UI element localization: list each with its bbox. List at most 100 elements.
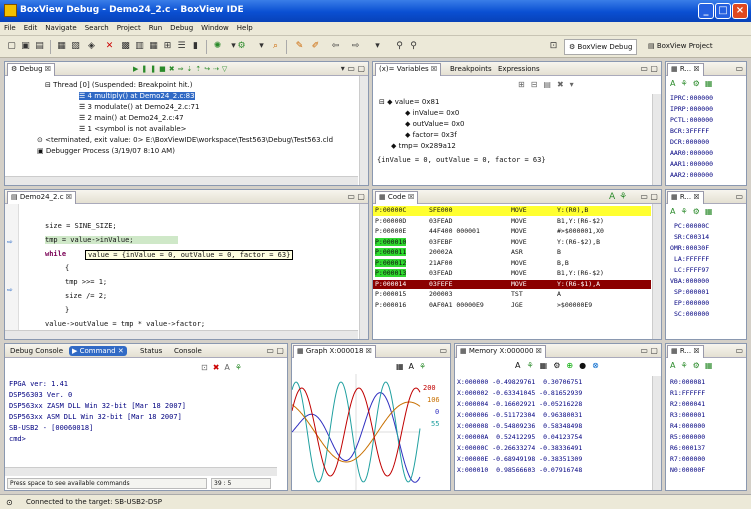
tab-status[interactable]: Status <box>137 346 165 356</box>
list-icon[interactable]: ☰ <box>176 41 187 52</box>
build-all-icon[interactable]: ▧ <box>70 41 81 52</box>
register-tool-icons[interactable]: A⚘⚙▦ <box>670 361 717 370</box>
code-row[interactable]: P:000016 0AF0A1 00000E9 JGE >$00000E9 <box>373 301 651 311</box>
build-icon[interactable]: ▦ <box>56 41 67 52</box>
code-row[interactable]: P:000014 03FEFE MOVE Y:(R6-$1),A <box>373 279 651 289</box>
register-row[interactable]: BCR:3FFFFF <box>670 127 709 135</box>
register-row[interactable]: PC:00000C <box>674 222 709 230</box>
menu-run[interactable]: Run <box>145 22 166 34</box>
horizontal-scrollbar[interactable] <box>5 330 358 339</box>
tab-code[interactable]: ▦ Code ☒ <box>375 191 419 204</box>
register-row[interactable]: SC:000000 <box>674 310 709 318</box>
menu-navigate[interactable]: Navigate <box>41 22 80 34</box>
memory-row[interactable]: X:00000E -0.68949198 -0.38351309 <box>457 455 582 463</box>
tab-variables[interactable]: (x)= Variables ☒ <box>375 63 442 76</box>
tab-graph[interactable]: ▦ Graph X:000018 ☒ <box>293 345 376 358</box>
marker-icon[interactable]: ✐ <box>310 41 321 52</box>
register-row[interactable]: PCTL:000000 <box>670 116 713 124</box>
debug-run-icon[interactable]: ⚙ <box>236 41 247 52</box>
view-minmax-icon[interactable]: ▭ ▢ <box>640 346 658 355</box>
open-perspective-icon[interactable]: ⊡ <box>548 41 559 52</box>
tab-console[interactable]: Console <box>171 346 205 356</box>
chart-icon[interactable]: ▮ <box>190 41 201 52</box>
code-row[interactable]: P:000013 03FEAD MOVE B1,Y:(R6-$2) <box>373 269 651 279</box>
tab-breakpoints[interactable]: Breakpoints <box>447 64 495 74</box>
register-row[interactable]: IPRC:000000 <box>670 94 713 102</box>
variable-detail-pane[interactable]: {inValue = 0, outValue = 0, factor = 63} <box>377 156 546 164</box>
stack-frame-4[interactable]: ☰ 4 multiply() at Demo24_2.c:83 <box>79 92 195 100</box>
save-icon[interactable]: ▣ <box>20 41 31 52</box>
back-icon[interactable]: ⇦ <box>330 41 341 52</box>
register-row[interactable]: R7:000000 <box>670 455 705 463</box>
stack-frame-3[interactable]: ☰ 3 modulate() at Demo24_2.c:71 <box>79 103 199 111</box>
terminated-row[interactable]: ⊙ <terminated, exit value: 0> E:\BoxView… <box>37 136 333 144</box>
code-row[interactable]: P:000015 200003 TST A <box>373 290 651 300</box>
register-tool-icons[interactable]: A⚘⚙▦ <box>670 207 717 216</box>
memory-row[interactable]: X:000010 0.98566603 -0.07916748 <box>457 466 582 474</box>
vertical-scrollbar[interactable] <box>652 204 661 339</box>
thread-row[interactable]: ⊟ Thread [0] (Suspended: Breakpoint hit.… <box>45 81 193 89</box>
perspective-project[interactable]: ▤ BoxView Project <box>644 39 717 55</box>
menu-debug[interactable]: Debug <box>166 22 197 34</box>
register-row[interactable]: LC:FFFF97 <box>674 266 709 274</box>
variable-factor[interactable]: ◆ factor= 0x3f <box>405 131 457 139</box>
tab-debug-console[interactable]: Debug Console <box>7 346 66 356</box>
menu-project[interactable]: Project <box>113 22 145 34</box>
disassembly-list[interactable]: P:00000C SFE000 MOVE Y:(R0),B P:00000D 03FEAD… <box>373 204 661 339</box>
debug-icon[interactable]: ◈ <box>86 41 97 52</box>
tab-memory[interactable]: ▦ Memory X:000000 ☒ <box>456 345 546 358</box>
view-minmax-icon[interactable]: ▭ ▢ <box>347 192 365 201</box>
register-row[interactable]: LA:FFFFFF <box>674 255 709 263</box>
code-editor[interactable]: size = SINE_SIZE; tmp = value->inValue; … <box>19 204 358 329</box>
register-row[interactable]: R6:000137 <box>670 444 705 452</box>
breakpoint-icon[interactable]: ⇨ <box>7 238 13 246</box>
memory-row[interactable]: X:000002 -0.63341045 -0.81652939 <box>457 389 582 397</box>
nav-icon[interactable]: ▾ <box>372 41 383 52</box>
debug-toolbar-icons[interactable]: ▶❚❚■✖⇒⇣⇡↪⇢▽ <box>133 65 230 73</box>
variable-outvalue[interactable]: ◆ outValue= 0x0 <box>405 120 464 128</box>
view-minmax-icon[interactable]: ▭ <box>439 346 447 355</box>
regs-icon[interactable]: ▥ <box>134 41 145 52</box>
edit-icon[interactable]: ✎ <box>294 41 305 52</box>
memory-row[interactable]: X:000000 -0.49829761 0.30706751 <box>457 378 582 386</box>
register-row[interactable]: IPRP:000000 <box>670 105 713 113</box>
tab-expressions[interactable]: Expressions <box>495 64 543 74</box>
menu-window[interactable]: Window <box>197 22 233 34</box>
tab-editor-file[interactable]: ▤ Demo24_2.c ☒ <box>7 191 77 204</box>
tab-command[interactable]: ▶ Command ✕ <box>69 346 127 356</box>
xyz-icon[interactable]: ✕ <box>104 41 115 52</box>
new-icon[interactable]: ▢ <box>6 41 17 52</box>
register-row[interactable]: R4:000000 <box>670 422 705 430</box>
editor-gutter[interactable]: ⇨ ⇨ <box>5 204 19 339</box>
horizontal-scrollbar[interactable] <box>5 467 277 476</box>
pin2-icon[interactable]: ⚲ <box>408 41 419 52</box>
memory-row[interactable]: X:000006 -0.51172304 0.96380031 <box>457 411 582 419</box>
view-minmax-icon[interactable]: ▭ ▢ <box>640 192 658 201</box>
grid-icon[interactable]: ▩ <box>120 41 131 52</box>
stack-frame-2[interactable]: ☰ 2 main() at Demo24_2.c:47 <box>79 114 184 122</box>
register-row[interactable]: EP:000000 <box>674 299 709 307</box>
memory-row[interactable]: X:000004 -0.16602921 -0.05216228 <box>457 400 582 408</box>
variable-tmp[interactable]: ◆ tmp= 0x289a12 <box>391 142 456 150</box>
register-row[interactable]: OMR:00030F <box>670 244 709 252</box>
maximize-button[interactable]: □ <box>715 3 731 19</box>
menu-help[interactable]: Help <box>233 22 257 34</box>
register-row[interactable]: R5:000000 <box>670 433 705 441</box>
memory-row[interactable]: X:000008 -0.54809236 0.58348498 <box>457 422 582 430</box>
register-row[interactable]: R1:FFFFFF <box>670 389 705 397</box>
view-minmax-icon[interactable]: ▭ <box>735 64 743 73</box>
register-row[interactable]: R3:000001 <box>670 411 705 419</box>
variable-value[interactable]: ⊟ ◆ value= 0x81 <box>379 98 439 106</box>
tab-registers[interactable]: ▦ R... ☒ <box>667 63 704 76</box>
code-row[interactable]: P:00000E 44F400 000001 MOVE #>$000001,X0 <box>373 227 651 237</box>
target-icon[interactable]: ⊞ <box>162 41 173 52</box>
register-row[interactable]: AAR2:000000 <box>670 171 713 179</box>
memory-table[interactable]: X:000000 -0.49829761 0.30706751 X:000002 … <box>455 376 661 490</box>
memory-row[interactable]: X:00000A 0.52412295 0.04123754 <box>457 433 582 441</box>
memory-row[interactable]: X:00000C -0.26633274 -0.38336491 <box>457 444 582 452</box>
register-row[interactable]: AAR1:000000 <box>670 160 713 168</box>
forward-icon[interactable]: ⇨ <box>350 41 361 52</box>
register-tool-icons[interactable]: A⚘⚙▦ <box>670 79 717 88</box>
register-row[interactable]: R2:000041 <box>670 400 705 408</box>
tab-registers[interactable]: ▦ R... ☒ <box>667 345 704 358</box>
